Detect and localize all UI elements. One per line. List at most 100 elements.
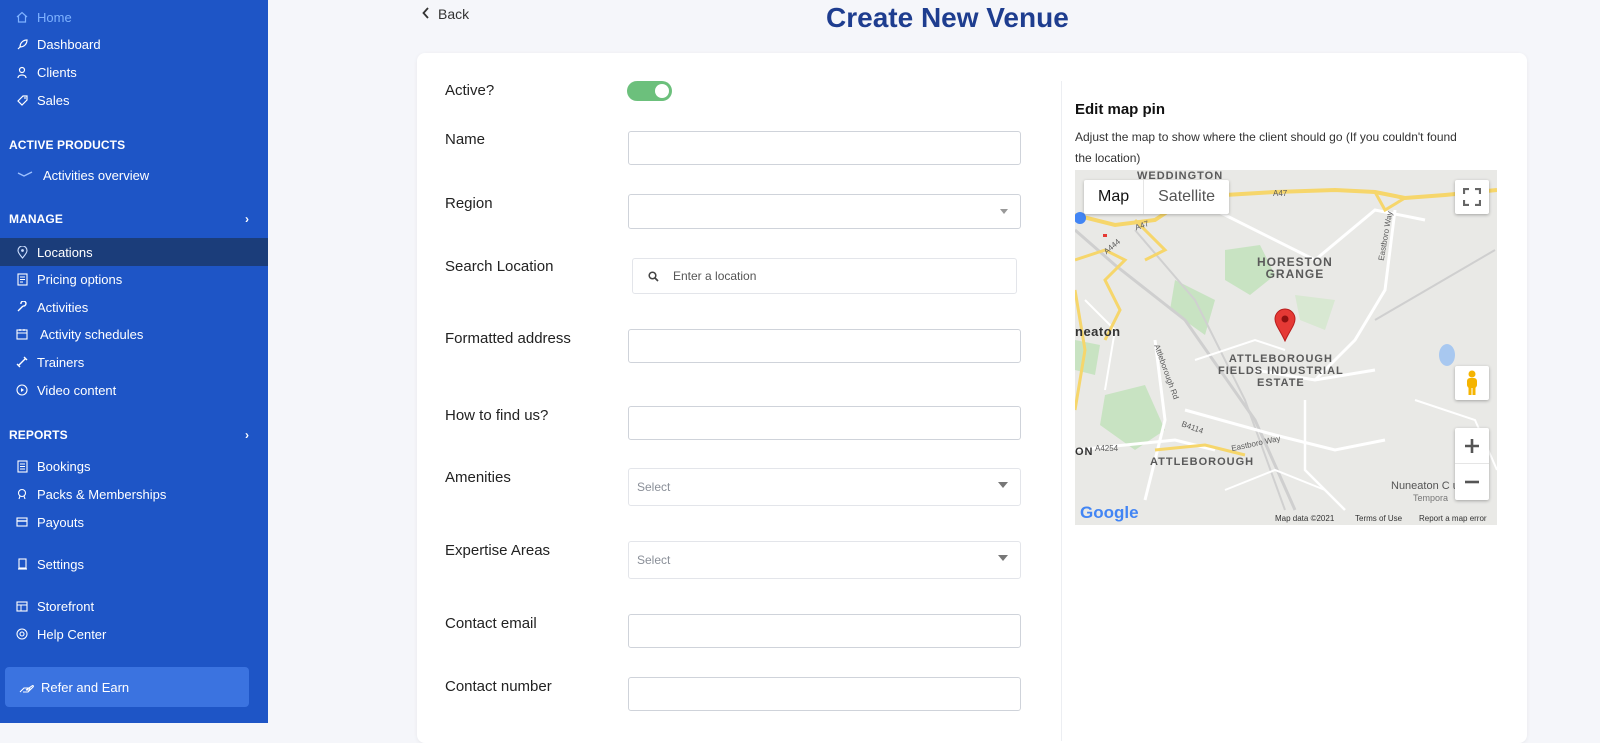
name-input[interactable] — [628, 131, 1021, 165]
sidebar-item-label: Activities overview — [43, 167, 150, 183]
sidebar-item-bookings[interactable]: Bookings — [0, 453, 268, 479]
region-select[interactable] — [628, 194, 1021, 229]
section-manage[interactable]: MANAGE › — [9, 212, 259, 226]
chevron-down-icon — [998, 555, 1008, 561]
card-icon — [15, 515, 29, 529]
map-label-nuneaton-club: Nuneaton C ub — [1391, 480, 1465, 492]
refer-label: Refer and Earn — [41, 679, 130, 695]
sidebar-item-video-content[interactable]: Video content — [0, 377, 268, 403]
sidebar-item-label: Clients — [37, 64, 77, 80]
document-icon — [15, 459, 29, 473]
sidebar-item-dashboard[interactable]: Dashboard — [0, 31, 268, 57]
map-label-on: ON — [1075, 446, 1094, 458]
badge-icon — [15, 487, 29, 501]
fullscreen-button[interactable] — [1455, 180, 1489, 214]
map-label-horeston: HORESTON GRANGE — [1257, 255, 1333, 281]
refer-and-earn-button[interactable]: Refer and Earn — [5, 667, 249, 707]
help-icon — [15, 627, 29, 641]
pegman-icon — [1467, 370, 1477, 395]
map-view[interactable]: WEDDINGTON HORESTON GRANGE neaton ATTLEB… — [1075, 170, 1497, 525]
amenities-select[interactable]: Select — [628, 468, 1021, 506]
terms-link[interactable]: Terms of Use — [1355, 514, 1402, 523]
map-tab[interactable]: Map — [1084, 180, 1145, 214]
back-link[interactable]: Back — [422, 6, 469, 22]
section-title: REPORTS — [9, 428, 68, 442]
chevron-right-icon: › — [245, 212, 250, 226]
sidebar: Home Dashboard Clients Sales ACTIVE PROD… — [0, 0, 268, 723]
sidebar-item-sales[interactable]: Sales — [0, 87, 268, 113]
sidebar-item-label: Video content — [37, 382, 117, 398]
file-icon — [15, 272, 29, 286]
amenities-label: Amenities — [445, 469, 511, 486]
satellite-tab[interactable]: Satellite — [1144, 180, 1229, 214]
wrench-icon — [15, 300, 29, 314]
sidebar-item-home[interactable]: Home — [0, 4, 268, 30]
map-label-attleborough: ATTLEBOROUGH — [1150, 456, 1255, 468]
toggle-knob — [655, 84, 669, 98]
sidebar-item-packs-memberships[interactable]: Packs & Memberships — [0, 481, 268, 507]
sidebar-item-locations[interactable]: Locations — [0, 238, 268, 266]
sidebar-item-pricing-options[interactable]: Pricing options — [0, 266, 268, 292]
rocket-icon — [15, 37, 29, 51]
page-title: Create New Venue — [826, 2, 1069, 33]
google-logo: Google — [1080, 503, 1139, 522]
chevron-down-icon — [1000, 209, 1008, 214]
sidebar-item-label: Bookings — [37, 458, 91, 474]
sidebar-item-trainers[interactable]: Trainers — [0, 349, 268, 375]
sidebar-item-label: Sales — [37, 92, 70, 108]
venue-form-card: Active? Name Region Search Location Ente… — [417, 53, 1527, 743]
sidebar-item-label: Help Center — [37, 626, 107, 642]
chevron-left-icon — [422, 6, 430, 22]
search-location-label: Search Location — [445, 258, 554, 275]
active-toggle[interactable] — [627, 81, 672, 101]
map-label-temporary: Tempora — [1413, 493, 1449, 503]
section-title: MANAGE — [9, 212, 63, 226]
contact-number-input[interactable] — [628, 677, 1021, 711]
map-title: Edit map pin — [1075, 101, 1165, 118]
map-data-credit: Map data ©2021 — [1275, 514, 1335, 523]
sidebar-item-help-center[interactable]: Help Center — [0, 621, 268, 647]
sidebar-item-payouts[interactable]: Payouts — [0, 509, 268, 535]
map-pin-marker[interactable] — [1274, 308, 1296, 347]
sidebar-item-storefront[interactable]: Storefront — [0, 593, 268, 619]
report-map-error-link[interactable]: Report a map error — [1419, 514, 1487, 523]
column-divider — [1061, 81, 1062, 741]
search-icon — [633, 270, 673, 282]
name-label: Name — [445, 131, 486, 148]
street-view-button[interactable] — [1455, 366, 1489, 400]
zoom-in-button[interactable] — [1455, 428, 1489, 464]
sidebar-item-settings[interactable]: Settings — [0, 551, 268, 577]
expertise-areas-label: Expertise Areas — [445, 542, 551, 559]
section-active-products: ACTIVE PRODUCTS — [9, 138, 126, 152]
map-pin-icon — [1274, 308, 1296, 343]
formatted-address-label: Formatted address — [445, 330, 571, 347]
zoom-out-button[interactable] — [1455, 464, 1489, 500]
plus-icon — [1465, 438, 1479, 453]
gear-icon — [15, 557, 29, 571]
section-reports[interactable]: REPORTS › — [9, 428, 259, 442]
map-pin-icon — [15, 245, 29, 259]
sidebar-item-label: Locations — [37, 244, 93, 260]
fullscreen-icon — [1463, 188, 1481, 206]
sidebar-item-label: Payouts — [37, 514, 84, 530]
formatted-address-input[interactable] — [628, 329, 1021, 363]
sidebar-item-clients[interactable]: Clients — [0, 59, 268, 85]
sidebar-item-label: Pricing options — [37, 271, 123, 287]
chevron-right-icon: › — [245, 428, 250, 442]
map-description: Adjust the map to show where the client … — [1075, 130, 1457, 165]
search-location-input[interactable]: Enter a location — [632, 258, 1017, 294]
sidebar-item-activity-schedules[interactable]: Activity schedules — [0, 321, 268, 347]
expertise-areas-select[interactable]: Select — [628, 541, 1021, 579]
how-to-find-input[interactable] — [628, 406, 1021, 440]
sidebar-item-activities-overview[interactable]: Activities overview — [0, 162, 268, 188]
dumbbell-icon — [15, 355, 29, 369]
region-label: Region — [445, 195, 493, 212]
amenities-placeholder: Select — [637, 480, 671, 494]
map-type-tabs: Map Satellite — [1084, 180, 1230, 214]
sidebar-item-activities[interactable]: Activities — [0, 294, 268, 320]
users-icon — [15, 65, 29, 79]
contact-email-input[interactable] — [628, 614, 1021, 648]
tag-icon — [15, 93, 29, 107]
map-road-a4254: A4254 — [1095, 444, 1119, 453]
search-placeholder: Enter a location — [673, 269, 757, 283]
